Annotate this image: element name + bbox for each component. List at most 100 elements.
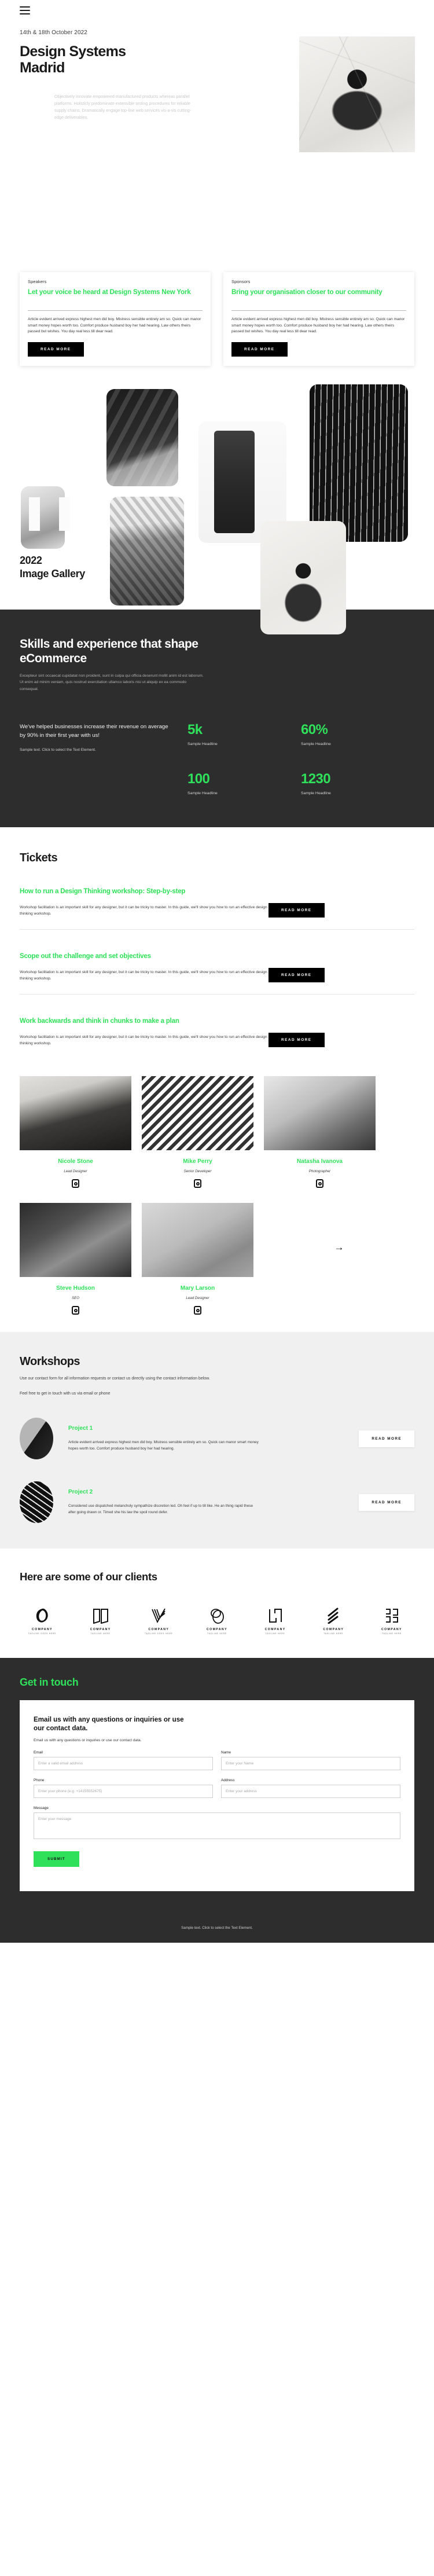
client-logo[interactable]: COMPANY TAGLINE HERE	[253, 1606, 298, 1635]
phone-label: Phone	[34, 1778, 45, 1782]
client-logo-name: COMPANY	[264, 1628, 286, 1631]
member-role: SEO	[71, 1296, 80, 1300]
field-row: Email Name	[34, 1751, 400, 1770]
skills-title: Skills and experience that shape eCommer…	[20, 637, 198, 665]
field-row: Phone Address	[34, 1778, 400, 1798]
read-more-button[interactable]: READ MORE	[359, 1494, 414, 1511]
member-photo[interactable]	[264, 1076, 376, 1150]
project-text: Project 1 Article evident arrived expres…	[53, 1425, 359, 1452]
message-label: Message	[34, 1806, 49, 1810]
stat-value: 5k	[187, 722, 203, 737]
email-field-group: Email	[34, 1751, 213, 1770]
client-logo[interactable]: COMPANY TAGLINE GOES HERE	[136, 1606, 181, 1635]
read-more-button[interactable]: READ MORE	[269, 1033, 325, 1047]
client-logo[interactable]: COMPANY TAGLINE GOES HERE	[20, 1606, 65, 1635]
workshops-paragraph: Use our contact form for all information…	[20, 1377, 210, 1381]
project-body: Article evident arrived express highest …	[68, 1440, 259, 1451]
ticket-row: Workshop facilitation is an important sk…	[20, 968, 414, 982]
clients-title: Here are some of our clients	[20, 1570, 157, 1583]
skills-lead: We've helped businesses increase their r…	[20, 724, 168, 739]
client-logos: COMPANY TAGLINE GOES HERE COMPANY TAGLIN…	[20, 1606, 414, 1635]
member-role: Lead Designer	[64, 1169, 87, 1173]
ticket-body: Workshop facilitation is an important sk…	[20, 1034, 267, 1045]
read-more-button[interactable]: READ MORE	[231, 342, 288, 357]
address-input[interactable]	[221, 1785, 400, 1798]
client-logo-name: COMPANY	[32, 1628, 53, 1631]
tickets-section: Tickets How to run a Design Thinking wor…	[0, 827, 434, 1070]
gallery-image[interactable]	[260, 520, 346, 634]
client-logo-name: COMPANY	[381, 1628, 402, 1631]
client-logo[interactable]: COMPANY TAGLINE HERE	[78, 1606, 123, 1635]
instagram-icon[interactable]	[72, 1306, 79, 1315]
member-photo[interactable]	[20, 1076, 131, 1150]
team-member: Nicole Stone Lead Designer	[20, 1076, 131, 1188]
tickets-title: Tickets	[20, 852, 58, 864]
message-textarea[interactable]	[34, 1812, 400, 1839]
stats-grid: 5k Sample Headline 60% Sample Headline 1…	[187, 722, 414, 796]
project-title: Project 1	[68, 1425, 93, 1432]
gallery-image[interactable]	[310, 384, 408, 542]
member-name: Nicole Stone	[58, 1158, 93, 1165]
instagram-icon[interactable]	[72, 1179, 79, 1188]
stat-value: 1230	[301, 771, 331, 787]
project-thumbnail	[20, 1418, 53, 1459]
workshops-title: Workshops	[20, 1355, 80, 1368]
member-social	[20, 1306, 131, 1315]
hero-portrait-image	[299, 36, 415, 152]
stat-value: 60%	[301, 722, 328, 737]
workshops-paragraph-2: Feel free to get in touch with us via em…	[20, 1392, 111, 1396]
client-logo[interactable]: COMPANY TAGLINE HERE	[369, 1606, 414, 1635]
project-item: Project 2 Considered use dispatched mela…	[20, 1481, 414, 1523]
hamburger-bar	[20, 6, 30, 8]
team-member: Mike Perry Senior Developer	[142, 1076, 253, 1188]
ticket-heading[interactable]: Scope out the challenge and set objectiv…	[20, 953, 414, 960]
read-more-button[interactable]: READ MORE	[28, 342, 84, 357]
team-member: Mary Larson Lead Designer	[142, 1203, 253, 1315]
stat-caption: Sample Headline	[301, 742, 331, 746]
field-row: Message	[34, 1806, 400, 1842]
gallery-image[interactable]	[110, 496, 184, 606]
instagram-icon[interactable]	[194, 1179, 201, 1188]
slash-lines-logo-icon	[326, 1606, 341, 1624]
message-field-group: Message	[34, 1806, 400, 1842]
ticket-item: Work backwards and think in chunks to ma…	[20, 994, 414, 1047]
client-logo[interactable]: COMPANY TAGLINE HERE	[311, 1606, 356, 1635]
read-more-button[interactable]: READ MORE	[269, 903, 325, 918]
gallery-image[interactable]	[21, 486, 65, 549]
card-title: Let your voice be heard at Design System…	[28, 288, 191, 296]
hamburger-icon[interactable]	[20, 6, 30, 14]
ticket-heading[interactable]: How to run a Design Thinking workshop: S…	[20, 888, 414, 895]
gallery-image[interactable]	[106, 388, 178, 486]
instagram-icon[interactable]	[316, 1179, 323, 1188]
read-more-button[interactable]: READ MORE	[359, 1430, 414, 1447]
client-logo[interactable]: COMPANY TAGLINE HERE	[194, 1606, 240, 1635]
workshops-section: Workshops Use our contact form for all i…	[0, 1332, 434, 1548]
member-photo[interactable]	[142, 1076, 253, 1150]
card-body: Article evident arrived express highest …	[231, 317, 405, 333]
member-photo[interactable]	[142, 1203, 253, 1277]
image-gallery-section: 2022 Image Gallery	[0, 381, 434, 634]
member-social	[264, 1179, 376, 1188]
ticket-row: Workshop facilitation is an important sk…	[20, 903, 414, 918]
submit-button[interactable]: SUBMIT	[34, 1851, 79, 1867]
phone-input[interactable]	[34, 1785, 213, 1798]
member-role: Photographer	[308, 1169, 331, 1173]
read-more-button[interactable]: READ MORE	[269, 968, 325, 982]
phone-field-group: Phone	[34, 1778, 213, 1798]
instagram-icon[interactable]	[194, 1306, 201, 1315]
stat-caption: Sample Headline	[301, 791, 331, 795]
divider	[231, 310, 406, 311]
next-arrow-icon[interactable]: →	[264, 1242, 414, 1253]
squares-logo-icon	[268, 1606, 283, 1624]
email-input[interactable]	[34, 1757, 213, 1770]
ring-logo-icon	[35, 1606, 50, 1624]
ticket-item: How to run a Design Thinking workshop: S…	[20, 865, 414, 918]
address-field-group: Address	[221, 1778, 400, 1798]
hero-section: 14th & 18th October 2022 Design Systems …	[0, 21, 434, 264]
skills-stats-row: We've helped businesses increase their r…	[20, 722, 414, 796]
ticket-heading[interactable]: Work backwards and think in chunks to ma…	[20, 1018, 414, 1025]
client-logo-name: COMPANY	[323, 1628, 344, 1631]
member-photo[interactable]	[20, 1203, 131, 1277]
name-input[interactable]	[221, 1757, 400, 1770]
sponsors-card: Sponsors Bring your organisation closer …	[223, 272, 414, 366]
